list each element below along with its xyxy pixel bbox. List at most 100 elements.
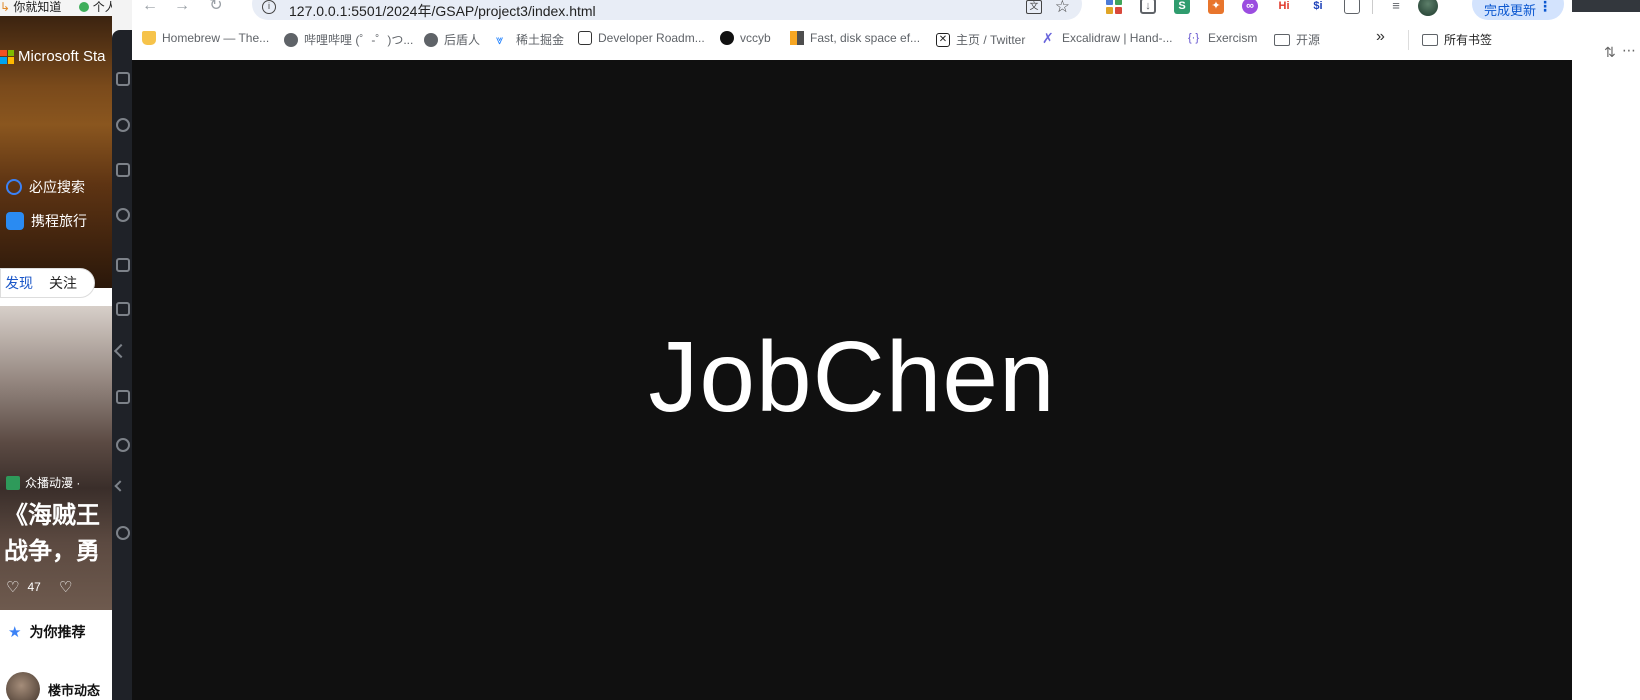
window-titlebar-strip (1572, 0, 1640, 12)
like-icon[interactable]: ♡ (6, 578, 19, 596)
bookmark-excalidraw[interactable]: ✗ Excalidraw | Hand-... (1042, 31, 1173, 45)
profile-avatar[interactable] (1418, 0, 1438, 16)
msn-brand[interactable]: Microsoft Sta (0, 48, 106, 65)
msn-brand-label: Microsoft Sta (18, 48, 106, 65)
bookmark-github[interactable]: vccyb (720, 31, 771, 45)
folder-icon (1274, 33, 1290, 46)
like-count: 47 (27, 580, 41, 594)
recommend-label: 为你推荐 (29, 624, 86, 640)
homebrew-icon (142, 31, 156, 45)
quick-link-ctrip[interactable]: 携程旅行 (6, 211, 87, 231)
bookmark-houdunren[interactable]: 后盾人 (424, 31, 480, 48)
s-extension-icon[interactable]: S (1174, 0, 1190, 14)
si-extension-icon[interactable]: $i (1310, 0, 1326, 14)
news-headline[interactable]: 《海贼王 战争，勇 (4, 498, 112, 570)
msn-bookmark-2[interactable]: 个人 (93, 0, 112, 14)
collapse-icon (114, 480, 126, 492)
bookmark-label: 后盾人 (444, 33, 481, 47)
bookmarks-divider (1408, 30, 1409, 50)
tab-follow[interactable]: 关注 (49, 273, 77, 293)
browser-toolbar: ← → ↻ i 127.0.0.1:5501/2024年/GSAP/projec… (132, 0, 1572, 20)
msn-feed-tabs: 发现 关注 (0, 268, 95, 298)
bookmark-label: 主页 / Twitter (956, 33, 1026, 47)
translate-icon[interactable]: 文 (1026, 0, 1042, 14)
bookmark-star-icon[interactable]: ☆ (1055, 0, 1070, 17)
headline-line-2: 战争，勇 (4, 538, 100, 565)
download-extension-icon[interactable]: ↓ (1140, 0, 1156, 14)
exercism-icon: {·} (1188, 32, 1200, 44)
bookmark-label: 哔哩哔哩 (゜-゜)つ... (304, 33, 414, 47)
bookmarks-overflow-button[interactable]: » (1376, 28, 1385, 46)
pnpm-icon (790, 31, 804, 45)
source-logo-icon (6, 475, 20, 490)
forward-button[interactable]: → (170, 0, 194, 16)
bookmark-favicon (78, 2, 89, 12)
bookmark-label: Fast, disk space ef... (810, 31, 921, 45)
hero-title: JobChen (648, 321, 1056, 433)
editor-window-edge (112, 30, 134, 700)
msn-bookmark-strip: ↳ 你就知道 个人 (0, 0, 112, 16)
globe-icon (424, 32, 438, 47)
bookmarks-bar: Homebrew — The... 哔哩哔哩 (゜-゜)つ... 后盾人 ⩔ 稀… (132, 20, 1572, 60)
back-button[interactable]: ← (138, 0, 162, 16)
msn-bookmark-1[interactable]: 你就知道 (13, 0, 61, 14)
bookmark-label: vccyb (740, 31, 771, 45)
reload-button[interactable]: ↻ (204, 0, 228, 16)
fox-extension-icon[interactable]: ✦ (1208, 0, 1224, 14)
globe-icon (284, 32, 298, 47)
address-bar[interactable]: i 127.0.0.1:5501/2024年/GSAP/project3/ind… (252, 0, 1082, 20)
tab-discover[interactable]: 发现 (5, 273, 33, 293)
all-bookmarks-button[interactable]: 所有书签 (1422, 31, 1492, 48)
playlist-icon[interactable]: ≡ (1388, 0, 1404, 14)
dislike-icon[interactable]: ♡ (59, 578, 72, 596)
news-item-real-estate[interactable]: 楼市动态 (6, 672, 100, 700)
star-icon: ★ (8, 624, 22, 641)
sort-icon[interactable]: ⇅ (1604, 44, 1616, 61)
quick-link-label: 携程旅行 (31, 213, 87, 229)
site-info-icon[interactable]: i (262, 0, 276, 14)
search-icon (116, 118, 130, 132)
headline-line-1: 《海贼王 (4, 502, 100, 529)
source-control-icon (116, 163, 130, 177)
recommend-header[interactable]: ★ 为你推荐 (0, 622, 85, 642)
extensions-icon (116, 302, 130, 316)
excalidraw-icon: ✗ (1042, 30, 1054, 46)
chrome-window: ← → ↻ i 127.0.0.1:5501/2024年/GSAP/projec… (132, 0, 1572, 700)
avatar (6, 672, 40, 700)
more-options-icon[interactable]: ⋯ (1622, 42, 1637, 59)
update-button[interactable]: 完成更新 ⋮ (1472, 0, 1564, 20)
microsoft-logo-icon (0, 49, 14, 64)
bookmark-roadmap[interactable]: Developer Roadm... (578, 31, 705, 45)
bookmark-label: Developer Roadm... (598, 31, 705, 45)
page-viewport: JobChen (132, 60, 1572, 700)
bookmark-twitter[interactable]: ✕ 主页 / Twitter (936, 31, 1025, 48)
bookmark-exercism[interactable]: {·} Exercism (1188, 31, 1257, 45)
run-icon (116, 208, 130, 222)
chevron-left-icon (113, 343, 129, 359)
url-text[interactable]: 127.0.0.1:5501/2024年/GSAP/project3/index… (289, 1, 596, 21)
link-extension-icon[interactable]: ∞ (1242, 0, 1258, 14)
puzzle-extension-icon[interactable] (1344, 0, 1360, 14)
package-icon (116, 390, 130, 404)
bookmark-folder-open-source[interactable]: 开源 (1274, 31, 1320, 48)
account-icon (116, 438, 130, 452)
bookmark-label: Homebrew — The... (162, 31, 270, 45)
hi-extension-icon[interactable]: Hi (1276, 0, 1292, 14)
news-item-label: 楼市动态 (48, 682, 101, 698)
bookmark-juejin[interactable]: ⩔ 稀土掘金 (496, 31, 564, 48)
x-icon: ✕ (936, 32, 950, 47)
bookmark-label: 开源 (1296, 33, 1321, 47)
menu-kebab-icon: ⋮ (1538, 0, 1552, 14)
msn-bookmark-icon: ↳ (0, 0, 11, 14)
debug-icon (116, 258, 130, 272)
news-card[interactable]: 众播动漫 · 《海贼王 战争，勇 ♡ 47 ♡ (0, 306, 112, 610)
bookmark-bilibili[interactable]: 哔哩哔哩 (゜-゜)つ... (284, 31, 413, 48)
ctrip-icon (6, 212, 24, 230)
overflow-chevron-icon: » (1376, 28, 1385, 45)
grid-extension-icon[interactable] (1106, 0, 1122, 14)
bookmark-homebrew[interactable]: Homebrew — The... (142, 31, 269, 45)
folder-icon (1422, 33, 1438, 46)
bookmark-pnpm[interactable]: Fast, disk space ef... (790, 31, 920, 45)
bookmark-label: Exercism (1208, 31, 1258, 45)
quick-link-bing[interactable]: 必应搜索 (6, 177, 85, 197)
